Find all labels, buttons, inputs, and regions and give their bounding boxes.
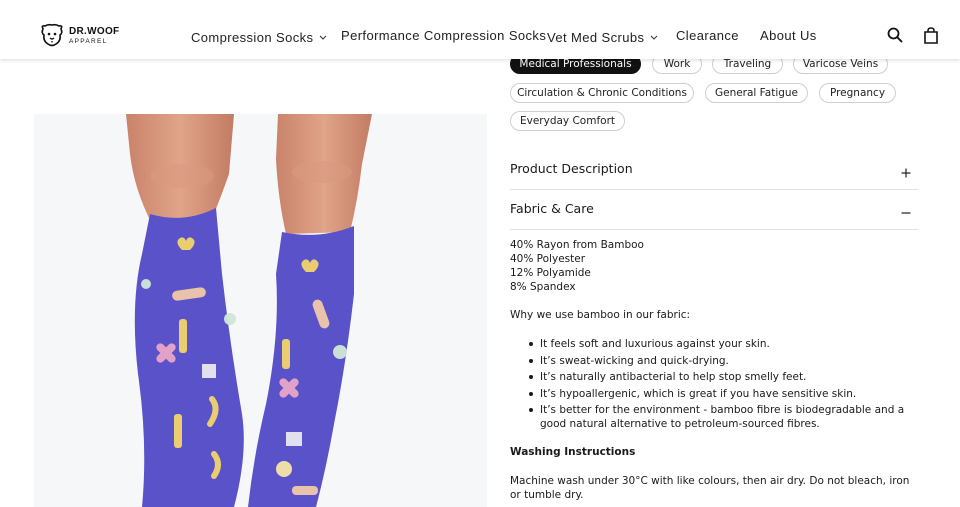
composition-line: 12% Polyamide (510, 267, 591, 279)
list-item: It feels soft and luxurious against your… (529, 337, 920, 351)
sock-legs-illustration (126, 114, 372, 507)
tag-general-fatigue[interactable]: General Fatigue (705, 83, 808, 103)
list-item: It’s better for the environment - bamboo… (529, 403, 920, 431)
washing-instructions-heading: Washing Instructions (510, 446, 636, 458)
nav-label: Compression Socks (191, 30, 314, 45)
chevron-down-icon (319, 28, 327, 43)
brand-logo[interactable]: DR.WOOF APPAREL (39, 23, 119, 49)
nav-clearance[interactable]: Clearance (676, 28, 739, 43)
composition-line: 40% Rayon from Bamboo (510, 239, 644, 251)
chevron-down-icon (650, 28, 658, 43)
list-item: It’s sweat-wicking and quick-drying. (529, 354, 920, 368)
nav-compression-socks[interactable]: Compression Socks (191, 28, 327, 45)
product-description-header[interactable]: Product Description (510, 161, 633, 176)
site-header: DR.WOOF APPAREL Compression Socks Perfor… (0, 0, 960, 59)
nav-performance-compression-socks[interactable]: Performance Compression Socks (341, 28, 546, 43)
fabric-composition: 40% Rayon from Bamboo 40% Polyester 12% … (510, 238, 644, 294)
composition-line: 40% Polyester (510, 253, 586, 265)
list-item: It’s hypoallergenic, which is great if y… (529, 387, 920, 401)
brand-wordmark: DR.WOOF APPAREL (69, 25, 120, 46)
fabric-care-header[interactable]: Fabric & Care (510, 201, 594, 216)
nav-about-us[interactable]: About Us (760, 28, 817, 43)
plus-icon[interactable] (901, 163, 911, 182)
tag-pregnancy[interactable]: Pregnancy (819, 83, 896, 103)
nav-label: About Us (760, 28, 817, 43)
washing-instructions-text: Machine wash under 30°C with like colour… (510, 475, 910, 501)
nav-label: Performance Compression Socks (341, 28, 547, 43)
brand-name: DR.WOOF (69, 25, 120, 37)
brand-subname: APPAREL (69, 37, 108, 45)
shopping-bag-icon[interactable] (923, 27, 939, 48)
nav-label: Vet Med Scrubs (547, 30, 645, 45)
minus-icon[interactable] (901, 203, 911, 222)
divider (510, 189, 918, 190)
product-image[interactable] (34, 114, 487, 507)
divider (510, 229, 918, 230)
tag-circulation-chronic-conditions[interactable]: Circulation & Chronic Conditions (510, 83, 694, 103)
search-icon[interactable] (887, 27, 903, 47)
list-item: It’s naturally antibacterial to help sto… (529, 370, 920, 384)
bamboo-benefits-list: It feels soft and luxurious against your… (529, 337, 920, 434)
bamboo-why-heading: Why we use bamboo in our fabric: (510, 309, 691, 321)
nav-label: Clearance (676, 28, 739, 43)
nav-vet-med-scrubs[interactable]: Vet Med Scrubs (547, 28, 658, 45)
composition-line: 8% Spandex (510, 281, 576, 293)
tag-everyday-comfort[interactable]: Everyday Comfort (510, 111, 625, 131)
dog-logo-icon (41, 23, 63, 47)
